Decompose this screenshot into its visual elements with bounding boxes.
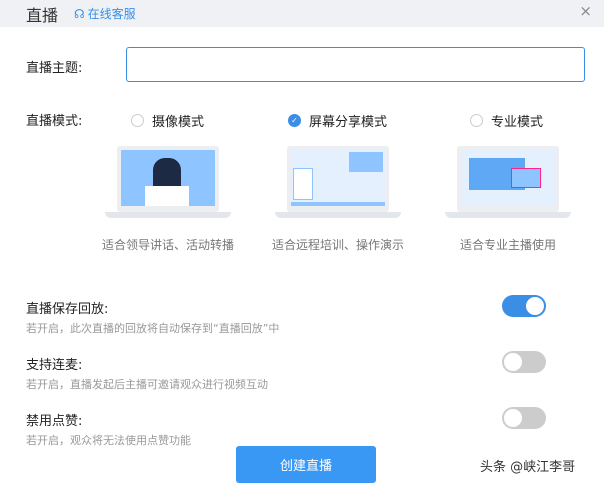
header: 直播 ☊ 在线客服 × [0,0,604,27]
radio-icon [131,114,144,127]
close-button[interactable]: × [579,2,592,20]
save-replay-title: 直播保存回放: [26,302,109,317]
camera-mode-caption: 适合领导讲话、活动转播 [101,238,234,252]
disable-likes-desc: 若开启，观众将无法使用点赞功能 [26,434,191,447]
radio-icon [470,114,483,127]
save-replay-toggle[interactable] [502,295,546,317]
topic-input[interactable] [126,47,585,82]
mode-radio-camera[interactable]: 摄像模式 [131,111,204,130]
screen-share-caption: 适合远程培训、操作演示 [271,238,404,252]
screen-share-illustration [275,146,401,218]
professional-mode-illustration [445,146,571,218]
camera-mode-illustration [105,146,231,218]
co-host-title: 支持连麦: [26,358,83,373]
headset-icon: ☊ [74,6,85,21]
radio-checked-icon: ✓ [288,114,301,127]
mode-label: 直播模式: [26,114,83,129]
save-replay-desc: 若开启，此次直播的回放将自动保存到“直播回放”中 [26,322,280,335]
topic-label: 直播主题: [26,61,83,76]
create-live-button[interactable]: 创建直播 [236,446,376,483]
co-host-toggle[interactable] [502,351,546,373]
watermark: 头条 @峡江李哥 [480,460,576,475]
professional-mode-caption: 适合专业主播使用 [459,238,556,252]
mode-radio-screen-share[interactable]: ✓ 屏幕分享模式 [288,111,387,130]
co-host-desc: 若开启，直播发起后主播可邀请观众进行视频互动 [26,378,268,391]
disable-likes-toggle[interactable] [502,407,546,429]
disable-likes-title: 禁用点赞: [26,414,83,429]
dialog-title: 直播 [26,6,59,25]
mode-radio-professional[interactable]: 专业模式 [470,111,543,130]
online-service-link[interactable]: ☊ 在线客服 [74,5,136,22]
